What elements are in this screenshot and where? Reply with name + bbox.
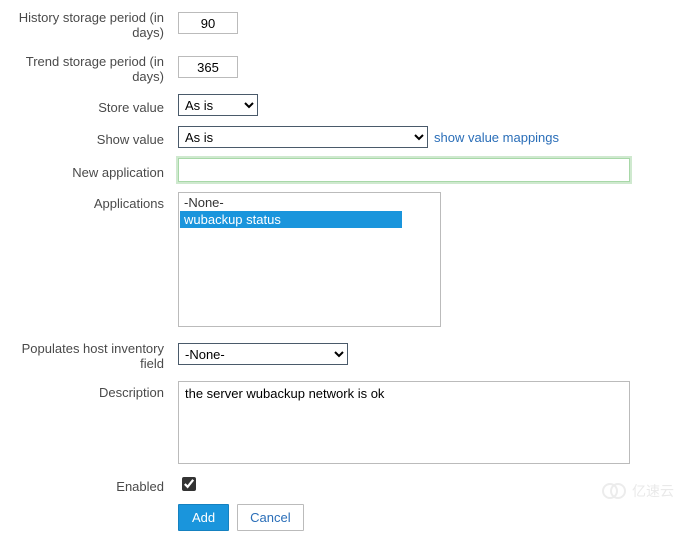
trend-label: Trend storage period (in days) bbox=[0, 50, 178, 84]
trend-input[interactable] bbox=[178, 56, 238, 78]
history-label: History storage period (in days) bbox=[0, 6, 178, 40]
list-item[interactable]: wubackup status bbox=[180, 211, 402, 228]
new-application-label: New application bbox=[0, 161, 178, 180]
cancel-button[interactable]: Cancel bbox=[237, 504, 303, 531]
store-value-select[interactable]: As is bbox=[178, 94, 258, 116]
new-application-input[interactable] bbox=[178, 158, 630, 182]
store-value-label: Store value bbox=[0, 96, 178, 115]
list-item[interactable]: -None- bbox=[180, 194, 439, 211]
applications-label: Applications bbox=[0, 192, 178, 211]
enabled-checkbox[interactable] bbox=[182, 477, 196, 491]
description-textarea[interactable] bbox=[178, 381, 630, 464]
show-value-label: Show value bbox=[0, 128, 178, 147]
show-value-mappings-link[interactable]: show value mappings bbox=[434, 130, 559, 145]
description-label: Description bbox=[0, 381, 178, 400]
inventory-label: Populates host inventory field bbox=[0, 337, 178, 371]
applications-listbox[interactable]: -None-wubackup status bbox=[178, 192, 441, 327]
add-button[interactable]: Add bbox=[178, 504, 229, 531]
inventory-select[interactable]: -None- bbox=[178, 343, 348, 365]
enabled-label: Enabled bbox=[0, 475, 178, 494]
show-value-select[interactable]: As is bbox=[178, 126, 428, 148]
history-input[interactable] bbox=[178, 12, 238, 34]
